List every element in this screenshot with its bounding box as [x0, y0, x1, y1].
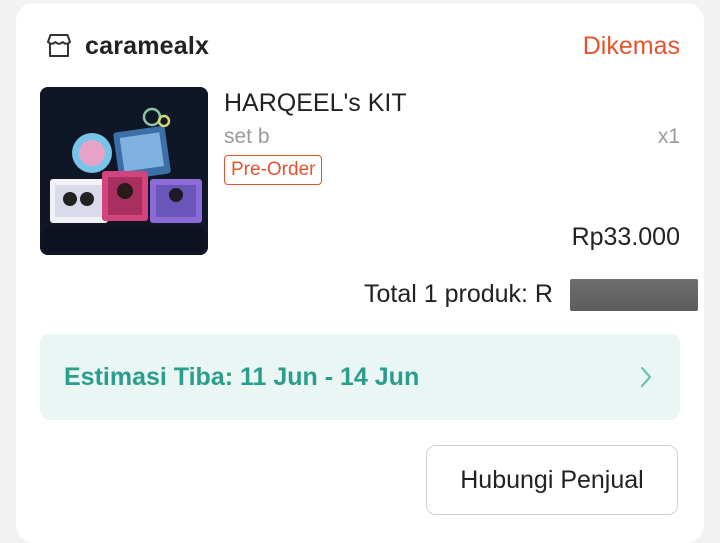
redacted-total-amount [570, 279, 698, 311]
order-status: Dikemas [582, 32, 680, 60]
preorder-badge: Pre-Order [224, 155, 323, 185]
delivery-estimate-text: Estimasi Tiba: 11 Jun - 14 Jun [64, 363, 420, 391]
chevron-right-icon [640, 366, 652, 388]
product-thumbnail[interactable] [40, 87, 208, 255]
store-icon [47, 34, 71, 57]
product-quantity: x1 [657, 125, 680, 148]
delivery-estimate-row[interactable]: Estimasi Tiba: 11 Jun - 14 Jun [40, 334, 680, 420]
order-card: caramealx Dikemas HARQEEL's KIT set b x1… [16, 3, 704, 543]
product-variant: set b [224, 125, 270, 148]
shop-name[interactable]: caramealx [85, 30, 209, 62]
contact-seller-button[interactable]: Hubungi Penjual [426, 445, 678, 515]
product-title[interactable]: HARQEEL's KIT [224, 87, 407, 119]
order-total: Total 1 produk: R [364, 280, 553, 308]
product-price: Rp33.000 [571, 223, 680, 251]
